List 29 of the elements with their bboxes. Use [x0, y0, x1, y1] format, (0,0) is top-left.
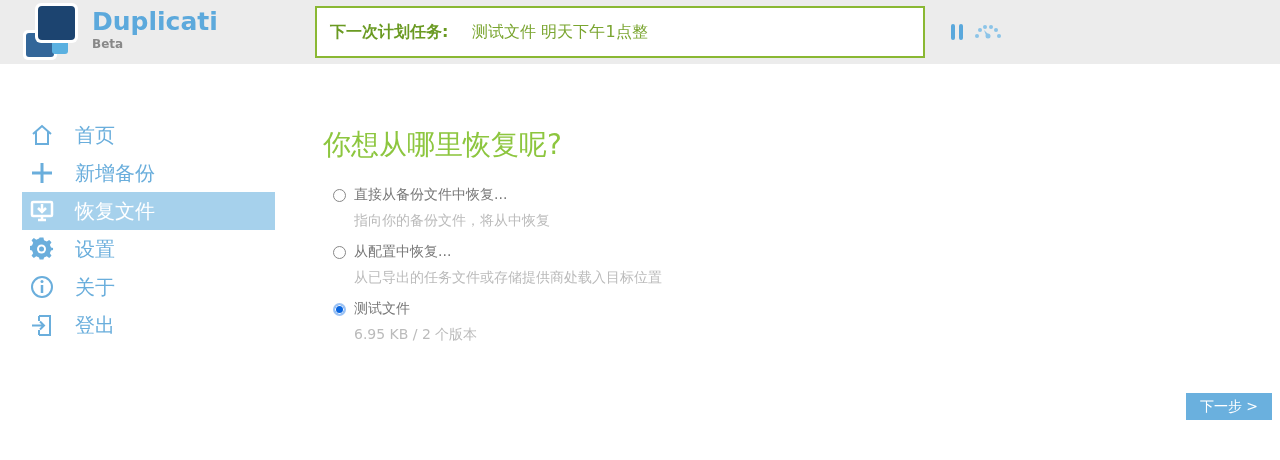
home-icon [30, 123, 54, 147]
sidebar-item[interactable]: 新增备份 [22, 154, 275, 192]
next-button[interactable]: 下一步 > [1185, 393, 1272, 420]
speed-gauge-icon[interactable] [975, 25, 1001, 39]
schedule-value: 测试文件 明天下午1点整 [472, 21, 648, 43]
sidebar-item[interactable]: 关于 [22, 268, 275, 306]
restore-icon [30, 199, 54, 223]
info-icon [30, 275, 54, 299]
option-label[interactable]: 直接从备份文件中恢复... [354, 186, 508, 204]
page-title: 你想从哪里恢复呢? [323, 127, 563, 163]
option-label[interactable]: 从配置中恢复... [354, 243, 452, 261]
schedule-label: 下一次计划任务: [330, 21, 449, 43]
radio-button[interactable] [333, 245, 346, 259]
sidebar-item[interactable]: 首页 [22, 116, 275, 154]
radio-button[interactable] [333, 188, 346, 202]
logout-icon [30, 313, 54, 337]
pause-icon[interactable] [951, 24, 963, 40]
sidebar-item[interactable]: 设置 [22, 230, 275, 268]
option-description: 指向你的备份文件，将从中恢复 [354, 212, 551, 230]
option-description: 从已导出的任务文件或存储提供商处载入目标位置 [354, 269, 663, 287]
edition-label: Beta [92, 37, 125, 51]
sidebar-item[interactable]: 登出 [22, 306, 275, 344]
gear-icon [30, 237, 54, 261]
plus-icon [30, 161, 54, 185]
option-description: 6.95 KB / 2 个版本 [354, 326, 479, 344]
sidebar-item[interactable]: 恢复文件 [22, 192, 275, 230]
option-label[interactable]: 测试文件 [354, 300, 410, 318]
radio-button[interactable] [333, 302, 346, 316]
app-name: Duplicati [92, 7, 219, 37]
